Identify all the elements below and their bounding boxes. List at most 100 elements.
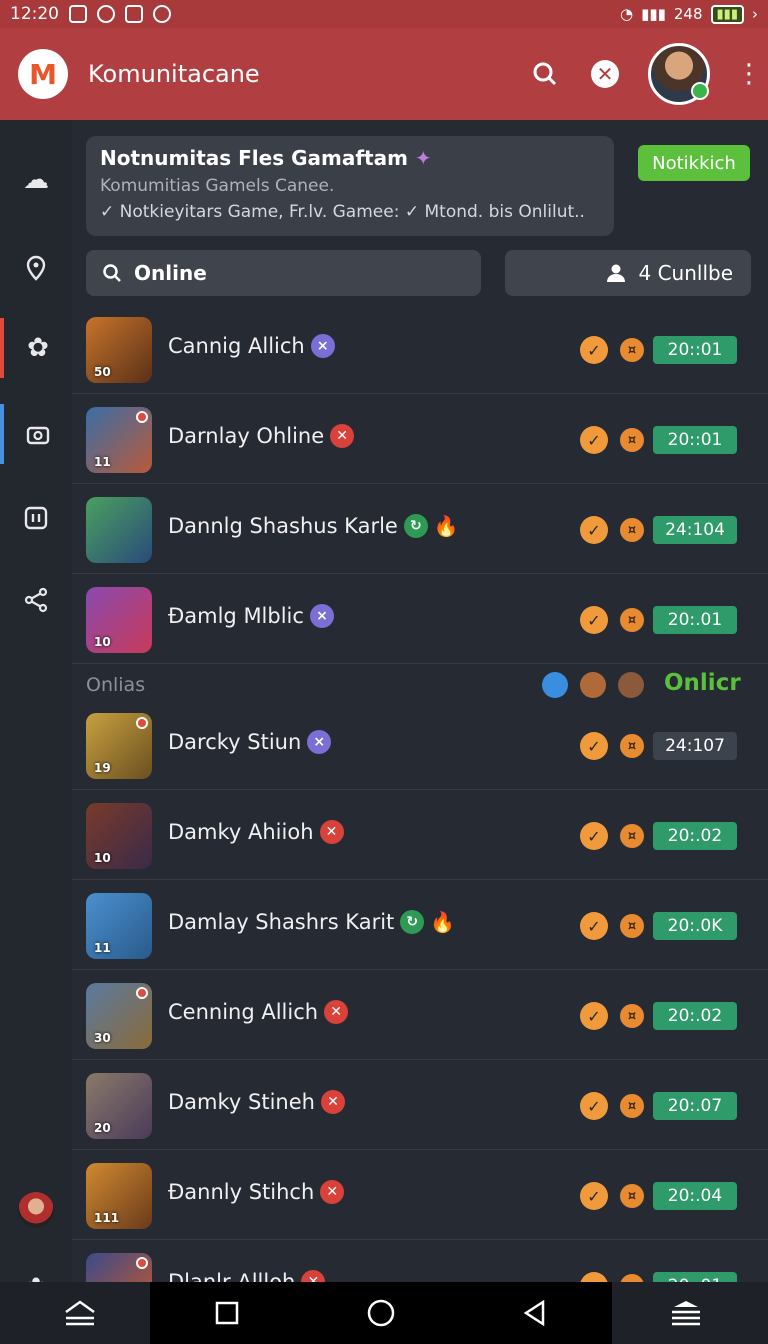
check-icon[interactable]: ✓ bbox=[580, 1092, 608, 1120]
menu-nav-icon[interactable] bbox=[662, 1289, 710, 1337]
check-icon[interactable]: ✓ bbox=[580, 1182, 608, 1210]
member-name: Cannig Allich bbox=[168, 334, 305, 358]
time-badge: 20:.02 bbox=[653, 822, 737, 850]
list-item[interactable]: 10 Damky Ahiioh ✕ ✓ ¤ 20:.02 bbox=[72, 790, 768, 880]
list-item[interactable]: 20 Damky Stineh ✕ ✓ ¤ 20:.07 bbox=[72, 1060, 768, 1150]
list-item[interactable]: 111 Đannly Stihch ✕ ✓ ¤ 20:.04 bbox=[72, 1150, 768, 1240]
list-item[interactable]: 10 Đamlg Mlblic ⨯ ✓ ¤ 20:.01 bbox=[72, 574, 768, 664]
check-icon[interactable]: ✓ bbox=[580, 1002, 608, 1030]
coin-icon[interactable]: ¤ bbox=[620, 824, 644, 848]
game-avatar: 19 bbox=[86, 713, 152, 779]
status-purple-icon: ⨯ bbox=[309, 604, 334, 628]
battery-icon: ▮▮▮ bbox=[710, 4, 744, 24]
sparkle-icon: ✦ bbox=[414, 146, 432, 170]
location-icon[interactable] bbox=[0, 238, 72, 298]
community-notice[interactable]: Notnumitas Fles Gamaftam ✦ Komumitias Ga… bbox=[86, 136, 614, 236]
media-icon[interactable] bbox=[0, 488, 72, 548]
time-badge: 20:.01 bbox=[653, 1272, 737, 1282]
hammer-icon[interactable] bbox=[580, 672, 606, 698]
coin-icon[interactable]: ¤ bbox=[620, 914, 644, 938]
person-icon bbox=[607, 264, 626, 282]
status-red-icon: ✕ bbox=[330, 424, 355, 448]
list-item[interactable]: Dlanlr Allloh ✕ ✓ ¤ 20:.01 bbox=[72, 1240, 768, 1282]
member-name: Darcky Stiun bbox=[168, 730, 302, 754]
status-red-icon: ✕ bbox=[320, 1180, 345, 1204]
time-badge: 20:.01 bbox=[653, 606, 737, 634]
check-icon[interactable]: ✓ bbox=[580, 336, 608, 364]
check-icon[interactable]: ✓ bbox=[580, 606, 608, 634]
member-name: Damky Ahiioh bbox=[168, 820, 314, 844]
game-avatar bbox=[86, 497, 152, 563]
check-icon[interactable]: ✓ bbox=[580, 822, 608, 850]
game-avatar bbox=[86, 1253, 152, 1282]
status-right-text: 248 bbox=[673, 5, 703, 23]
member-count[interactable]: 4 Cunllbe bbox=[505, 250, 751, 296]
coin-icon[interactable]: ¤ bbox=[620, 1184, 644, 1208]
user-avatar[interactable] bbox=[18, 1192, 54, 1228]
level-label: 111 bbox=[94, 1211, 120, 1225]
check-icon[interactable]: ✓ bbox=[580, 732, 608, 760]
level-label: 20 bbox=[94, 1121, 111, 1135]
notify-button[interactable]: Notikkich bbox=[638, 145, 750, 181]
chevron-right-icon: › bbox=[752, 5, 758, 23]
coin-icon[interactable]: ¤ bbox=[620, 518, 644, 542]
back-nav-icon[interactable] bbox=[511, 1289, 559, 1337]
camera-icon[interactable] bbox=[0, 404, 72, 464]
square-nav-icon[interactable] bbox=[203, 1289, 251, 1337]
check-icon[interactable]: ✓ bbox=[580, 426, 608, 454]
level-label: 10 bbox=[94, 635, 111, 649]
member-name-group: Darcky Stiun ⨯ bbox=[168, 730, 332, 754]
kebab-menu-icon[interactable]: ⋮ bbox=[736, 59, 762, 89]
search-icon bbox=[103, 264, 121, 282]
coin-icon[interactable]: ¤ bbox=[620, 338, 644, 362]
member-name: Cenning Allich bbox=[168, 1000, 319, 1024]
app-logo[interactable]: M bbox=[18, 49, 68, 99]
section-header: Onlias Onlicr bbox=[72, 668, 768, 704]
member-name-group: Đamlg Mlblic ⨯ bbox=[168, 604, 334, 628]
check-icon[interactable]: ✓ bbox=[580, 1272, 608, 1282]
gamepad-icon[interactable]: ✿ bbox=[0, 318, 72, 378]
wrench-icon[interactable] bbox=[618, 672, 644, 698]
profile-avatar[interactable] bbox=[648, 43, 710, 105]
member-name-group: Đannly Stihch ✕ bbox=[168, 1180, 345, 1204]
list-item[interactable]: 50 Cannig Allich ⨯ ✓ ¤ 20::01 bbox=[72, 304, 768, 394]
message-icon bbox=[125, 5, 143, 23]
status-time: 12:20 bbox=[10, 4, 59, 24]
list-item[interactable]: 11 Damlay Shashrs Karit ↻ 🔥 ✓ ¤ 20:.0K bbox=[72, 880, 768, 970]
member-name-group: Damlay Shashrs Karit ↻ 🔥 bbox=[168, 910, 455, 934]
close-button[interactable]: ✕ bbox=[588, 57, 622, 91]
coin-icon[interactable]: ¤ bbox=[620, 1004, 644, 1028]
check-icon[interactable]: ✓ bbox=[580, 912, 608, 940]
list-item[interactable]: Dannlg Shashus Karle ↻ 🔥 ✓ ¤ 24:104 bbox=[72, 484, 768, 574]
share-icon[interactable] bbox=[0, 570, 72, 630]
cloud-icon[interactable]: ☁ bbox=[0, 150, 72, 210]
status-green-icon: ↻ bbox=[403, 514, 428, 538]
game-avatar: 50 bbox=[86, 317, 152, 383]
list-item[interactable]: 11 Darnlay Ohline ✕ ✓ ¤ 20::01 bbox=[72, 394, 768, 484]
sidebar: ☁ ✿ ✿ bbox=[0, 120, 72, 1303]
coin-icon[interactable]: ¤ bbox=[620, 608, 644, 632]
search-input[interactable]: Online bbox=[86, 250, 481, 296]
coin-icon[interactable]: ¤ bbox=[620, 734, 644, 758]
member-name-group: Damky Ahiioh ✕ bbox=[168, 820, 344, 844]
flame-icon[interactable] bbox=[542, 672, 568, 698]
check-icon[interactable]: ✓ bbox=[580, 516, 608, 544]
list-item[interactable]: 30 Cenning Allich ✕ ✓ ¤ 20:.02 bbox=[72, 970, 768, 1060]
member-name: Đamlg Mlblic bbox=[168, 604, 304, 628]
member-name: Đannly Stihch bbox=[168, 1180, 315, 1204]
search-icon[interactable] bbox=[528, 57, 562, 91]
status-purple-icon: ⨯ bbox=[307, 730, 332, 754]
alert-badge bbox=[136, 987, 148, 999]
list-item[interactable]: 19 Darcky Stiun ⨯ ✓ ¤ 24:107 bbox=[72, 700, 768, 790]
time-badge: 20::01 bbox=[653, 336, 737, 364]
coin-icon[interactable]: ¤ bbox=[620, 428, 644, 452]
coin-icon[interactable]: ¤ bbox=[620, 1274, 644, 1282]
circle-nav-icon[interactable] bbox=[357, 1289, 405, 1337]
level-label: 10 bbox=[94, 851, 111, 865]
level-label: 11 bbox=[94, 455, 111, 469]
home-nav-icon[interactable] bbox=[56, 1289, 104, 1337]
game-avatar: 11 bbox=[86, 893, 152, 959]
coin-icon[interactable]: ¤ bbox=[620, 1094, 644, 1118]
level-label: 30 bbox=[94, 1031, 111, 1045]
member-name: Damky Stineh bbox=[168, 1090, 315, 1114]
